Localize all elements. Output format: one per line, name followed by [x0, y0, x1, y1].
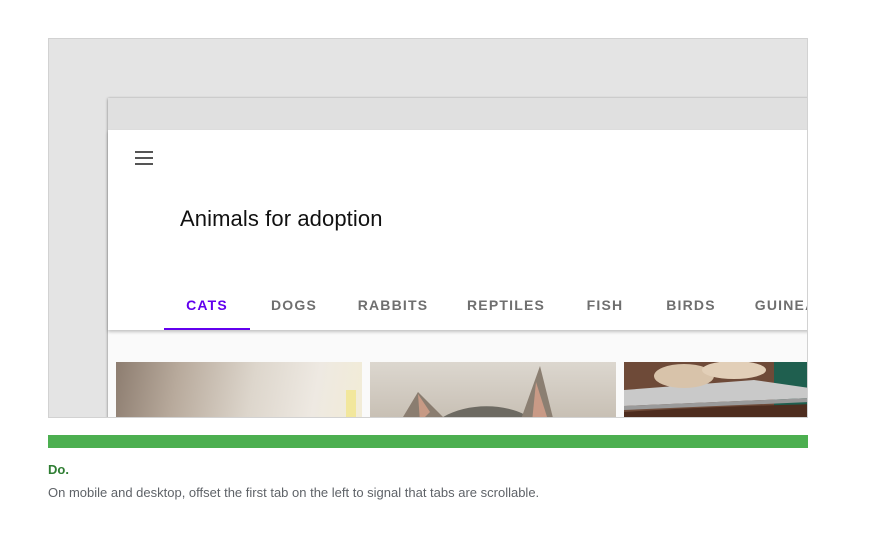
tab-reptiles[interactable]: REPTILES — [448, 280, 564, 330]
top-app-bar: Animals for adoption CATS DOGS RABBITS R… — [108, 130, 807, 330]
cat-ears-image — [403, 366, 553, 417]
tab-guinea-pigs[interactable]: GUINEA PIGS — [736, 280, 807, 330]
guideline-label: Do. — [48, 462, 69, 477]
example-frame: Animals for adoption CATS DOGS RABBITS R… — [48, 38, 808, 418]
cat-photo[interactable] — [370, 362, 616, 417]
app-window: Animals for adoption CATS DOGS RABBITS R… — [108, 98, 807, 417]
tab-dogs[interactable]: DOGS — [250, 280, 338, 330]
tab-fish[interactable]: FISH — [564, 280, 646, 330]
cat-photo[interactable] — [116, 362, 362, 417]
cat-laptop-image — [624, 362, 807, 417]
page-title: Animals for adoption — [180, 206, 383, 231]
cat-photo[interactable] — [624, 362, 807, 417]
status-bar — [108, 98, 807, 130]
guideline-description: On mobile and desktop, offset the first … — [48, 485, 540, 500]
guideline-status-bar — [48, 435, 808, 448]
tab-cats[interactable]: CATS — [164, 280, 250, 330]
tab-birds[interactable]: BIRDS — [646, 280, 736, 330]
menu-icon[interactable] — [134, 150, 154, 166]
tab-rabbits[interactable]: RABBITS — [338, 280, 448, 330]
tab-bar: CATS DOGS RABBITS REPTILES FISH BIRDS GU… — [164, 280, 807, 330]
